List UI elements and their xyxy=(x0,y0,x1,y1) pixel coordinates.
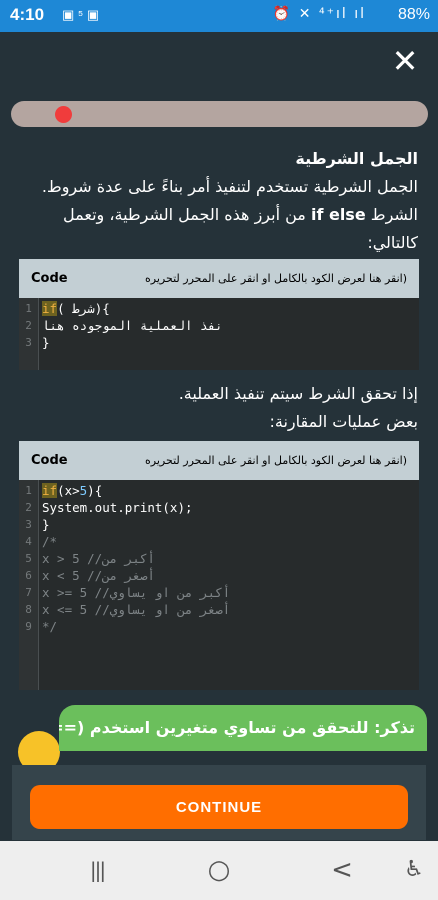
close-icon[interactable]: ✕ xyxy=(390,45,420,77)
code-text: System.out.print(x); xyxy=(42,500,193,515)
line-number: 2 xyxy=(25,501,32,514)
code-comment: x > 5 //أكبر من xyxy=(42,551,155,566)
line-number: 2 xyxy=(25,319,32,332)
intro-line-2: الشرط if else من أبرز هذه الجمل الشرطية،… xyxy=(18,201,418,229)
code-label: Code xyxy=(31,453,68,468)
lesson-title: الجمل الشرطية xyxy=(295,149,418,168)
code-block-2-header[interactable]: Code (انقر هنا لعرض الكود بالكامل او انق… xyxy=(19,441,419,480)
code-editor-2[interactable]: 1 if(x>5){ 2 System.out.print(x); 3 } 4 … xyxy=(19,480,419,690)
intro-line-2-pre: الشرط xyxy=(365,205,418,224)
code-line: 8 x <= 5 //أصغر من او يساوي xyxy=(19,601,419,618)
code-keyword: if xyxy=(42,301,58,316)
intro-line-2-post: من أبرز هذه الجمل الشرطية، وتعمل xyxy=(63,205,311,224)
code-comment: /* xyxy=(42,534,58,549)
accessibility-icon[interactable]: ♿ xyxy=(394,853,434,887)
code-text: ( شرط){ xyxy=(57,301,110,316)
notification-icons: ▣ ⁵ ▣ xyxy=(62,7,100,22)
middle-line-2: بعض عمليات المقارنة: xyxy=(269,412,419,431)
code-comment: */ xyxy=(42,619,58,634)
code-text: ){ xyxy=(87,483,103,498)
code-block-1[interactable]: Code (انقر هنا لعرض الكود بالكامل او انق… xyxy=(19,259,419,370)
code-comment: x < 5 //أصغر من xyxy=(42,568,155,583)
code-line: 1 if( شرط){ xyxy=(19,300,419,317)
line-number: 1 xyxy=(25,302,32,315)
intro-keyword: if else xyxy=(310,205,366,224)
line-number: 3 xyxy=(25,336,32,349)
continue-button[interactable]: CONTINUE xyxy=(30,785,408,829)
code-editor-1[interactable]: 1 if( شرط){ 2 نفذ العملية الموجوده هنا 3… xyxy=(19,298,419,370)
status-bar: 4:10 ▣ ⁵ ▣ ⏰ ✕ ⁴⁺ıl ıl 88% xyxy=(0,0,438,32)
line-number: 3 xyxy=(25,518,32,531)
recents-icon[interactable]: ||| xyxy=(77,853,117,887)
signal-icons: ⏰ ✕ ⁴⁺ıl ıl xyxy=(272,6,366,22)
middle-line-1: إذا تحقق الشرط سيتم تنفيذ العملية. xyxy=(178,384,418,403)
back-icon[interactable]: < xyxy=(322,853,362,887)
intro-line-1: الجمل الشرطية تستخدم لتنفيذ أمر بناءً عل… xyxy=(41,177,418,196)
battery-level: 88% xyxy=(397,6,430,23)
line-number: 1 xyxy=(25,484,32,497)
code-line: 9 */ xyxy=(19,618,419,635)
code-line: 2 System.out.print(x); xyxy=(19,499,419,516)
code-line: 7 x >= 5 //أكبر من او يساوي xyxy=(19,584,419,601)
code-text: } xyxy=(42,517,50,532)
progress-indicator-dot xyxy=(55,106,72,123)
code-block-1-header[interactable]: Code (انقر هنا لعرض الكود بالكامل او انق… xyxy=(19,259,419,298)
code-text: نفذ العملية الموجوده هنا xyxy=(42,318,223,333)
line-number: 8 xyxy=(25,603,32,616)
lesson-intro: الجمل الشرطية الجمل الشرطية تستخدم لتنفي… xyxy=(18,145,418,257)
code-hint: (انقر هنا لعرض الكود بالكامل او انقر على… xyxy=(145,454,407,467)
code-comment: x >= 5 //أكبر من او يساوي xyxy=(42,585,231,600)
line-number: 6 xyxy=(25,569,32,582)
line-number: 4 xyxy=(25,535,32,548)
line-number: 7 xyxy=(25,586,32,599)
code-line: 6 x < 5 //أصغر من xyxy=(19,567,419,584)
lesson-middle-text: إذا تحقق الشرط سيتم تنفيذ العملية. بعض ع… xyxy=(18,380,418,436)
code-text: (x> xyxy=(57,483,80,498)
code-line: 1 if(x>5){ xyxy=(19,482,419,499)
code-line: 4 /* xyxy=(19,533,419,550)
code-comment: x <= 5 //أصغر من او يساوي xyxy=(42,602,231,617)
code-line: 2 نفذ العملية الموجوده هنا xyxy=(19,317,419,334)
intro-line-3: كالتالي: xyxy=(367,233,418,252)
code-text: } xyxy=(42,335,50,350)
code-label: Code xyxy=(31,271,68,286)
line-number: 5 xyxy=(25,552,32,565)
home-icon[interactable]: ○ xyxy=(199,853,239,887)
code-keyword: if xyxy=(42,483,58,498)
reminder-bubble: تذكر: للتحقق من تساوي متغيرين استخدم (==… xyxy=(59,705,427,751)
code-block-2[interactable]: Code (انقر هنا لعرض الكود بالكامل او انق… xyxy=(19,441,419,690)
line-number: 9 xyxy=(25,620,32,633)
code-line: 3 } xyxy=(19,516,419,533)
code-line: 5 x > 5 //أكبر من xyxy=(19,550,419,567)
code-hint: (انقر هنا لعرض الكود بالكامل او انقر على… xyxy=(145,272,407,285)
lesson-progress-bar xyxy=(11,101,428,127)
system-nav-bar: ||| ○ < ♿ xyxy=(0,841,438,900)
status-time: 4:10 xyxy=(10,5,45,24)
code-line: 3 } xyxy=(19,334,419,351)
